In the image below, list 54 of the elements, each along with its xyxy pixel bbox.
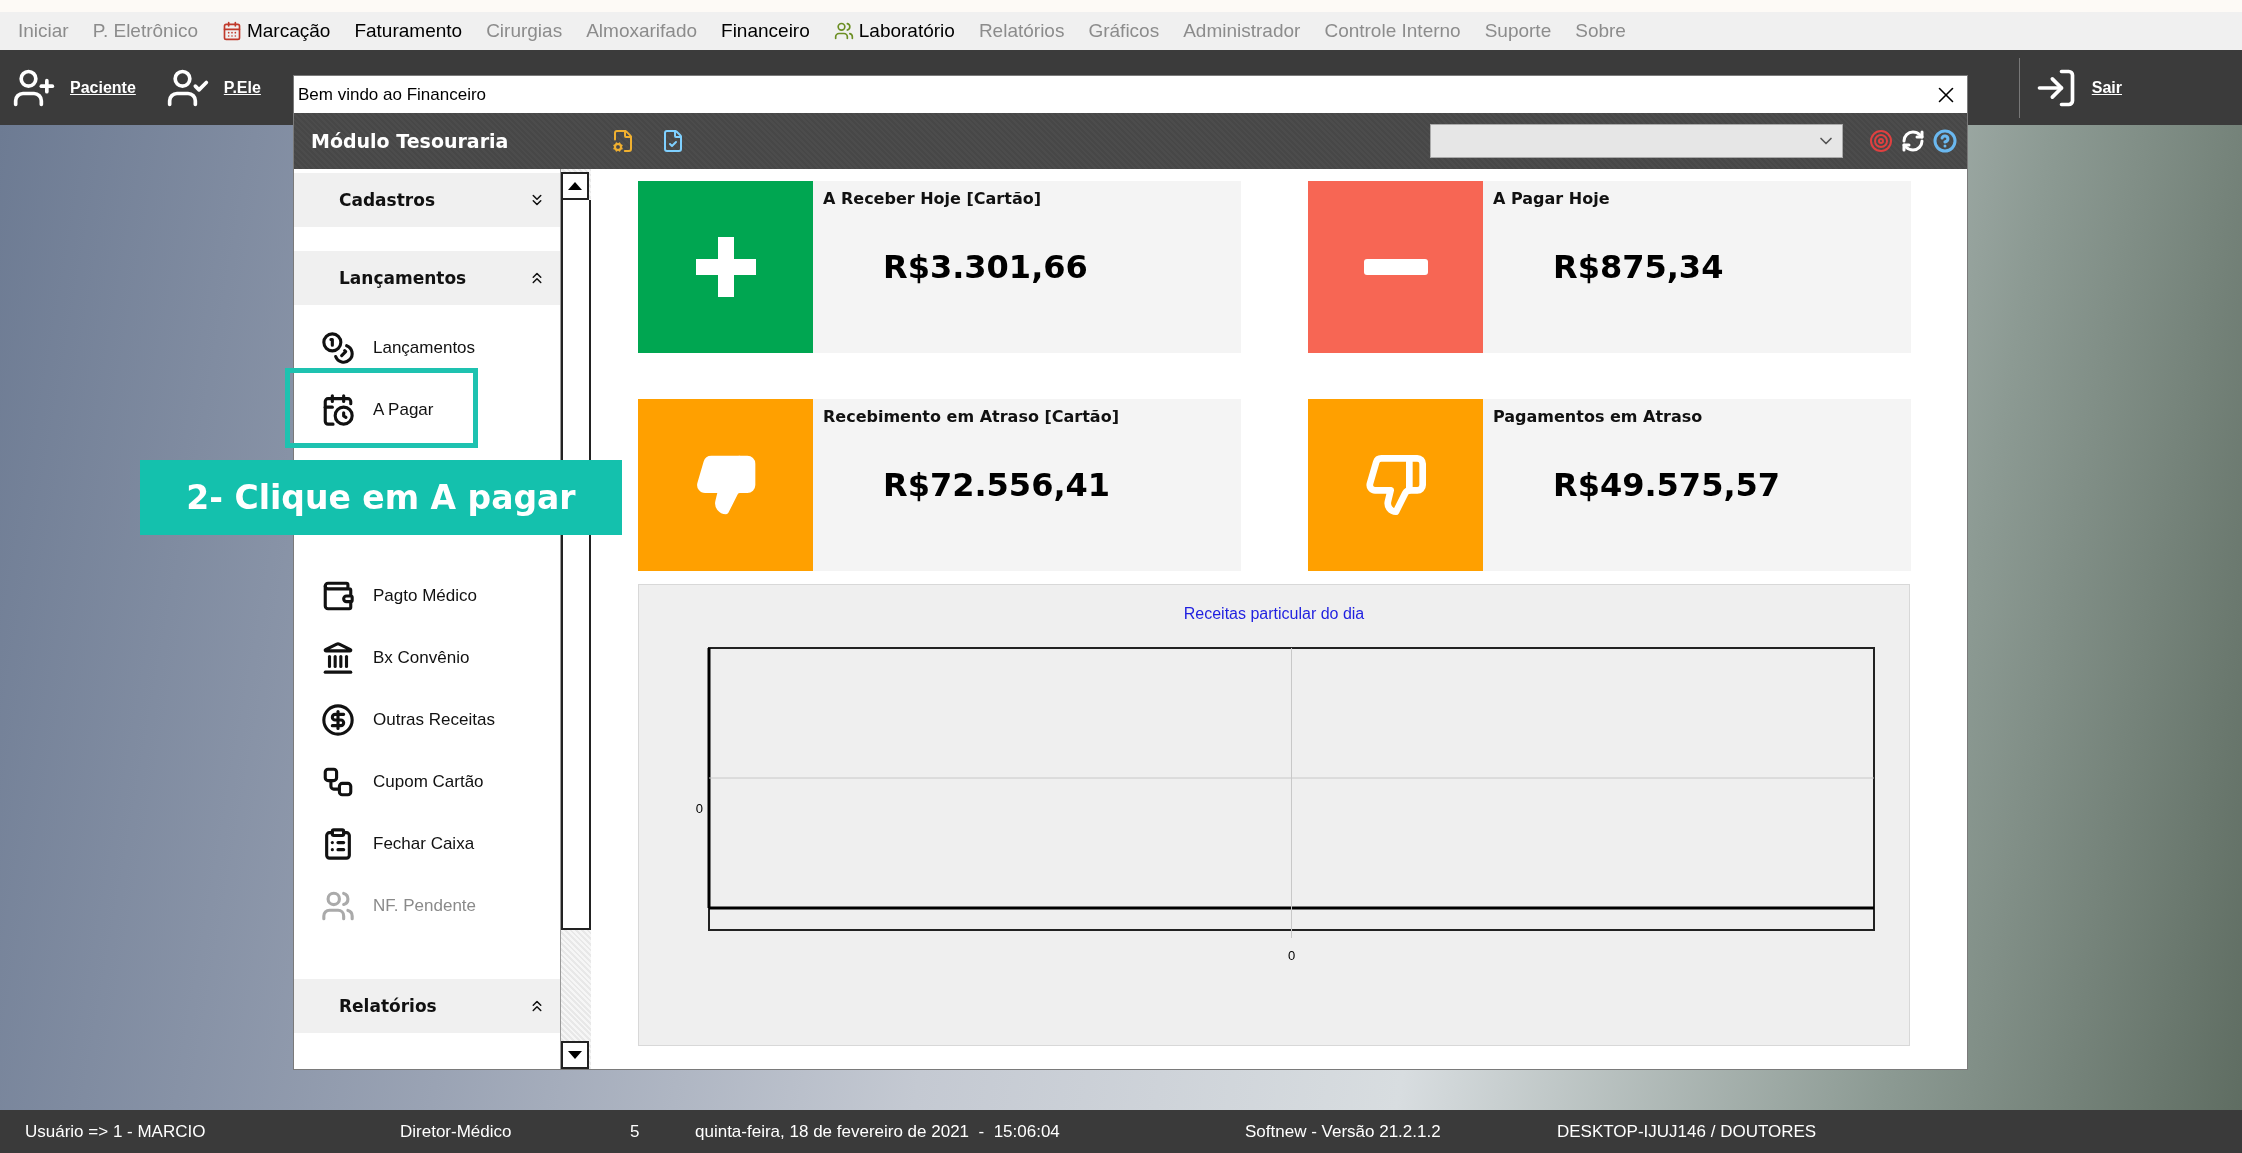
bank-icon [321, 641, 355, 675]
calendar-icon [221, 21, 242, 41]
group-header[interactable]: Cadastros [294, 173, 561, 227]
toolbar-button[interactable]: Paciente [70, 78, 136, 97]
scroll-up-button[interactable] [561, 172, 590, 200]
sidebar-item[interactable]: Cupom Cartão [294, 751, 561, 813]
status-text: quinta-feira, 18 de fevereiro de 2021 - 15:06:04 [695, 1121, 1061, 1142]
card-title: Recebimento em Atraso [Cartão] [823, 407, 1119, 426]
status-text: DESKTOP-IJUJ146 / DOUTORES [1557, 1121, 1818, 1142]
sidebar-item[interactable]: Pagto Médico [294, 565, 561, 627]
card-title: A Receber Hoje [Cartão] [823, 189, 1042, 208]
y-tick-label: 0 [695, 801, 703, 816]
group-header[interactable]: Lançamentos [294, 251, 561, 305]
status-text: Usuário => 1 - MARCIO [25, 1121, 207, 1142]
sidebar-item[interactable]: Outras Receitas [294, 689, 561, 751]
minus-icon [1363, 259, 1428, 275]
help-icon[interactable] [1933, 129, 1957, 153]
thumbs-down-icon [1363, 453, 1428, 517]
people-icon [833, 21, 854, 41]
sidebar-item[interactable]: A Pagar [294, 379, 561, 441]
card-value: R$875,34 [1553, 248, 1724, 286]
sidebar-item[interactable]: Fechar Caixa [294, 813, 561, 875]
chart-title: Receitas particular do dia [1183, 605, 1365, 623]
wallet-icon [321, 579, 355, 613]
status-text: 5 [630, 1121, 641, 1142]
status-text: Diretor-Médico [400, 1121, 513, 1142]
sidebar-item[interactable]: Lançamentos [294, 317, 561, 379]
people-icon [321, 889, 355, 923]
status-text: Softnew - Versão 21.2.1.2 [1245, 1121, 1442, 1142]
card-title: Pagamentos em Atraso [1493, 407, 1704, 426]
toolbar-button[interactable]: P.Ele [223, 78, 261, 97]
calendar-clock-icon [321, 393, 355, 427]
coins-icon [321, 331, 355, 365]
workflow-icon [321, 765, 355, 799]
sidebar-item[interactable]: Bx Convênio [294, 627, 561, 689]
card-value: R$3.301,66 [883, 248, 1088, 286]
file-settings-icon[interactable] [611, 129, 635, 153]
menu-item[interactable]: Financeiro [721, 20, 810, 42]
plus-icon [695, 237, 756, 297]
window-title: Bem vindo ao Financeiro [298, 84, 487, 105]
card-title: A Pagar Hoje [1493, 189, 1611, 208]
menu-item[interactable]: Faturamento [354, 20, 463, 42]
refresh-icon[interactable] [1901, 129, 1925, 153]
menu-item[interactable]: Marcação [221, 20, 331, 42]
module-title: Módulo Tesouraria [311, 130, 510, 152]
group-header[interactable]: Relatórios [294, 979, 561, 1033]
x-tick-label: 0 [1287, 948, 1296, 963]
menu-item[interactable]: Laboratório [833, 20, 955, 42]
card-value: R$49.575,57 [1553, 466, 1781, 504]
toolbar-button[interactable]: Sair [2091, 78, 2122, 97]
scroll-down-button[interactable] [561, 1041, 590, 1069]
dollar-coin-icon [321, 703, 355, 737]
tutorial-callout: 2- Clique em A pagar [140, 460, 622, 535]
card-value: R$72.556,41 [883, 466, 1112, 504]
